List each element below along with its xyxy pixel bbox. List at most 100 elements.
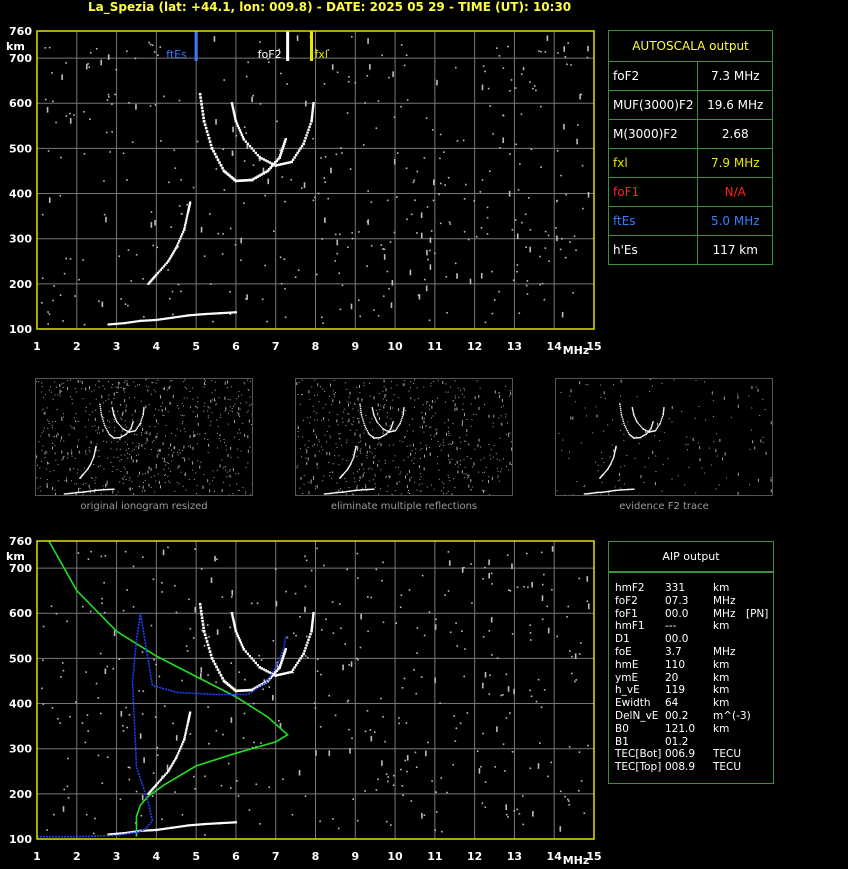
noise-dot [527, 197, 530, 199]
thumb-trace [635, 437, 638, 439]
thumb-noise [54, 381, 56, 383]
thumb-noise [442, 442, 444, 444]
thumb-trace [372, 409, 374, 412]
thumb-trace [636, 421, 638, 423]
noise-dot [175, 611, 178, 614]
thumb-trace [108, 488, 110, 491]
thumb-noise [374, 475, 376, 477]
thumb-noise [232, 468, 234, 472]
noise-dot [203, 255, 206, 257]
thumb-noise [90, 440, 92, 444]
thumb-noise [414, 399, 416, 401]
thumb-trace [362, 420, 365, 422]
thumb-noise [465, 473, 467, 475]
thumb-noise [584, 485, 586, 487]
thumb-trace [352, 457, 354, 460]
trace-point [113, 322, 116, 326]
thumb-noise [391, 380, 393, 382]
noise-dot [556, 200, 558, 203]
thumb-noise [694, 417, 696, 419]
noise-dot [358, 299, 360, 302]
thumb-noise [48, 423, 50, 425]
thumb-trace [130, 428, 132, 430]
thumb-noise [248, 419, 250, 423]
noise-dot [280, 282, 283, 285]
noise-dot [416, 232, 418, 234]
noise-dot [161, 591, 163, 593]
thumb-noise [474, 396, 476, 400]
thumb-noise [352, 472, 354, 474]
trace-point [155, 828, 158, 832]
thumb-noise [144, 480, 146, 482]
trace-point [241, 135, 245, 139]
thumb-trace [660, 419, 663, 421]
thumb-noise [347, 413, 349, 415]
thumb-noise [188, 445, 190, 447]
thumb-noise [384, 394, 386, 398]
thumb-noise [359, 433, 361, 437]
thumb-trace [350, 461, 353, 464]
trace-point [234, 311, 238, 314]
noise-dot [481, 802, 484, 804]
thumb-noise [389, 406, 391, 410]
thumb-noise [456, 407, 458, 411]
noise-dot [162, 549, 165, 556]
thumb-noise [229, 470, 231, 472]
thumb-noise [247, 410, 249, 412]
thumb-noise [125, 409, 127, 413]
trace-point [311, 113, 314, 116]
thumb-noise [193, 478, 195, 480]
thumb-noise [183, 397, 185, 399]
trace-point [237, 126, 241, 130]
thumb-trace [646, 430, 648, 432]
thumb-noise [385, 422, 387, 426]
thumb-noise [211, 392, 213, 394]
thumb-noise [209, 407, 211, 409]
thumb-noise [71, 427, 73, 429]
noise-dot [62, 806, 65, 812]
thumb-noise [172, 454, 174, 458]
thumb-noise [410, 398, 412, 400]
noise-dot [551, 588, 553, 591]
thumb-noise [360, 440, 362, 442]
thumb-trace [398, 424, 400, 426]
trace-point [297, 149, 301, 152]
noise-dot [571, 655, 573, 658]
thumb-noise [348, 413, 350, 415]
noise-dot [314, 196, 316, 199]
thumb-noise [71, 403, 73, 405]
thumb-noise [94, 479, 96, 481]
thumb-noise [654, 435, 656, 437]
noise-dot [465, 183, 467, 186]
caption-eliminated: eliminate multiple reflections [330, 501, 478, 512]
noise-dot [255, 783, 258, 786]
thumb-trace [661, 417, 663, 420]
thumb-noise [126, 382, 128, 386]
thumb-noise [114, 427, 116, 429]
thumb-noise [110, 462, 112, 464]
thumb-trace [112, 412, 115, 415]
thumb-noise [302, 492, 304, 494]
thumb-noise [470, 403, 472, 405]
noise-dot [436, 79, 438, 86]
noise-dot [338, 272, 341, 275]
noise-dot [448, 560, 451, 566]
thumb-trace [116, 421, 118, 423]
thumb-noise [224, 381, 226, 385]
thumb-noise [597, 470, 599, 472]
noise-dot [341, 284, 344, 287]
thumb-noise [383, 379, 385, 383]
thumb-trace [374, 418, 377, 420]
trace-point [237, 636, 241, 640]
thumb-trace [652, 430, 654, 432]
aip-unit: MHz [713, 646, 736, 658]
thumb-noise [56, 432, 58, 434]
thumb-noise [580, 442, 582, 444]
thumb-noise [500, 415, 502, 417]
thumb-noise [671, 421, 673, 423]
noise-dot [67, 797, 70, 799]
noise-dot [87, 558, 90, 560]
noise-dot [215, 729, 218, 732]
noise-dot [388, 76, 390, 79]
trace-point [157, 828, 160, 831]
